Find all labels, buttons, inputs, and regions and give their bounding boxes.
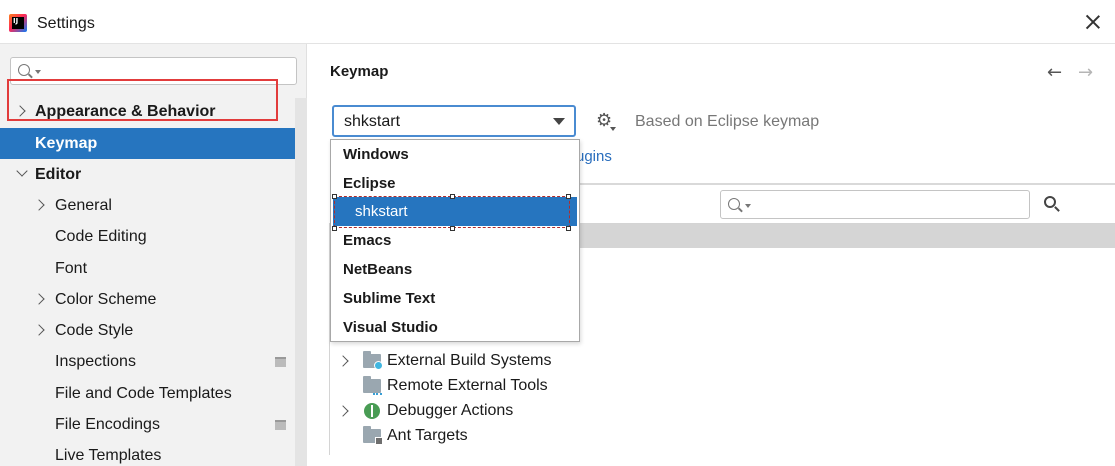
keymap-option-eclipse[interactable]: Eclipse: [331, 169, 579, 198]
sidebar-item-code-editing[interactable]: Code Editing: [0, 221, 295, 252]
chevron-right-icon: [33, 324, 45, 336]
selection-annotation-outline: [334, 196, 570, 228]
folder-ant-icon: [363, 426, 383, 445]
tree-row-label: Remote External Tools: [387, 377, 548, 394]
sidebar-item-label: Color Scheme: [55, 291, 157, 308]
plugins-link[interactable]: ugins: [576, 148, 612, 165]
title-bar: IJ Settings: [0, 0, 1115, 44]
keymap-option-emacs[interactable]: Emacs: [331, 226, 579, 255]
sidebar-item-color-scheme[interactable]: Color Scheme: [0, 284, 295, 315]
window-title: Settings: [37, 15, 95, 32]
dropdown-caret-icon: [553, 118, 565, 125]
keymap-select-value: shkstart: [344, 113, 401, 130]
project-scope-icon: [275, 357, 286, 367]
resize-handle: [332, 226, 337, 231]
arrow-right-icon[interactable]: →: [1078, 62, 1093, 83]
sidebar-item-label: General: [55, 197, 112, 214]
tabs-divider: [576, 183, 1115, 185]
keymap-option-windows[interactable]: Windows: [331, 140, 579, 169]
find-by-shortcut-icon[interactable]: [1042, 195, 1060, 212]
resize-handle: [566, 226, 571, 231]
action-search-input[interactable]: [720, 190, 1030, 219]
intellij-app-icon: IJ: [9, 14, 27, 32]
keymap-option-sublime-text[interactable]: Sublime Text: [331, 284, 579, 313]
sidebar-item-live-templates[interactable]: Live Templates: [0, 440, 295, 466]
sidebar-item-label: File and Code Templates: [55, 385, 232, 402]
sidebar-item-file-code-templates[interactable]: File and Code Templates: [0, 378, 295, 409]
sidebar-item-label: Font: [55, 260, 88, 277]
sidebar-item-code-style[interactable]: Code Style: [0, 315, 295, 346]
tree-row-label: Debugger Actions: [387, 402, 514, 419]
bottom-edge: [329, 455, 1115, 466]
search-icon: [728, 198, 740, 210]
bug-icon: [364, 403, 380, 419]
keymap-highlight-annotation: [7, 79, 278, 121]
chevron-right-icon: [33, 199, 45, 211]
sidebar-item-label: Code Style: [55, 322, 134, 339]
tree-row-label: External Build Systems: [387, 352, 552, 369]
sidebar-item-inspections[interactable]: Inspections: [0, 346, 295, 377]
project-scope-icon: [275, 420, 286, 430]
sidebar-item-label: Inspections: [55, 353, 136, 370]
sidebar-item-label: Editor: [35, 166, 82, 183]
folder-remote-icon: [363, 376, 382, 395]
resize-handle: [332, 194, 337, 199]
resize-handle: [566, 194, 571, 199]
keymap-option-visual-studio[interactable]: Visual Studio: [331, 313, 579, 342]
chevron-right-icon: [33, 293, 45, 305]
sidebar-item-label: Keymap: [35, 135, 98, 152]
based-on-label: Based on Eclipse keymap: [635, 113, 820, 130]
close-icon[interactable]: [1083, 12, 1103, 32]
sidebar-item-label: File Encodings: [55, 416, 160, 433]
keymap-option-netbeans[interactable]: NetBeans: [331, 255, 579, 284]
sidebar-item-label: Code Editing: [55, 228, 147, 245]
resize-handle: [450, 226, 455, 231]
gear-menu-caret-icon: [610, 127, 616, 131]
keymap-dropdown-list: Windows Eclipse shkstart Emacs NetBeans …: [330, 139, 580, 342]
chevron-down-icon: [16, 165, 28, 177]
sidebar-item-file-encodings[interactable]: File Encodings: [0, 409, 295, 440]
arrow-left-icon[interactable]: ←: [1047, 62, 1062, 83]
tree-row-label: Ant Targets: [387, 427, 468, 444]
sidebar-item-keymap[interactable]: Keymap: [0, 128, 295, 159]
keymap-select[interactable]: shkstart: [332, 105, 576, 137]
folder-gear-icon: [363, 351, 383, 370]
page-title: Keymap: [330, 63, 389, 80]
resize-handle: [450, 194, 455, 199]
sidebar-item-editor[interactable]: Editor: [0, 159, 295, 190]
sidebar-item-general[interactable]: General: [0, 190, 295, 221]
search-icon: [18, 64, 30, 76]
search-options-caret-icon: [35, 70, 41, 74]
sidebar-item-font[interactable]: Font: [0, 253, 295, 284]
search-options-caret-icon: [745, 204, 751, 208]
sidebar-scrollbar[interactable]: [295, 98, 307, 466]
sidebar-item-label: Live Templates: [55, 447, 162, 464]
